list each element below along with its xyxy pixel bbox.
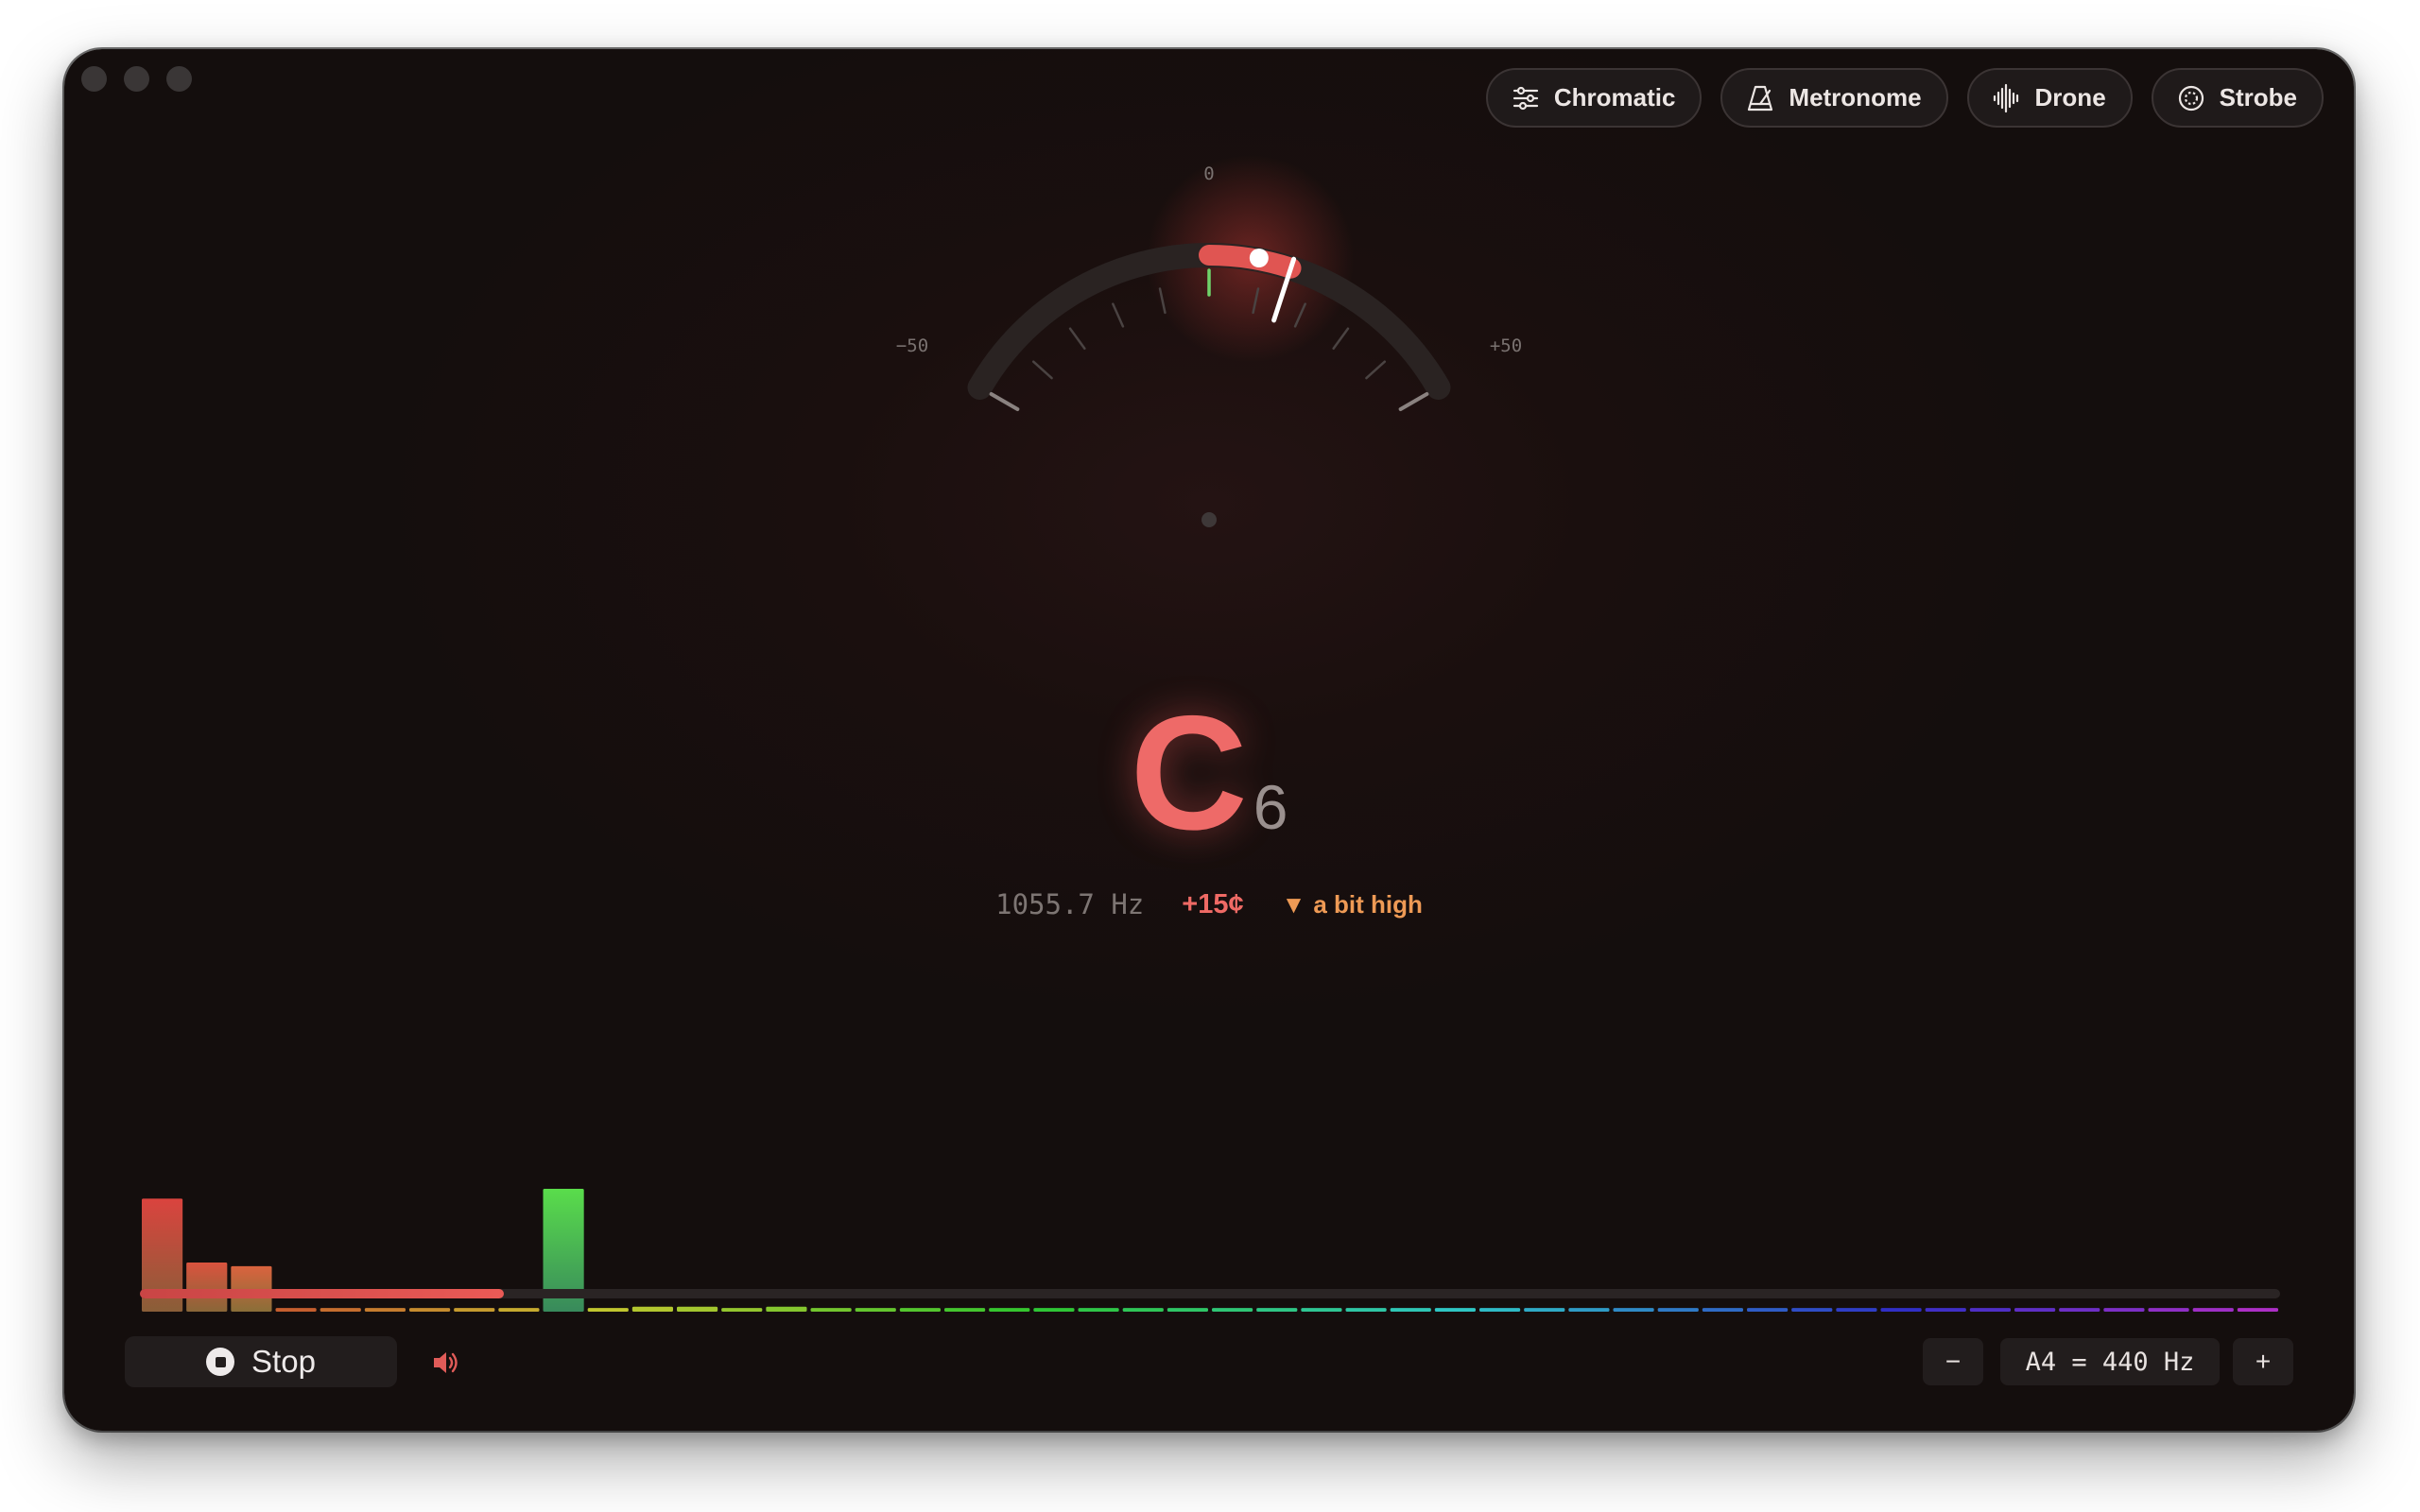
spectrum-bar [1613, 1308, 1654, 1312]
spectrum-bar [1925, 1308, 1966, 1312]
gauge-tick [989, 392, 1020, 411]
spectrum-bar [587, 1308, 629, 1312]
spectrum-bar [2192, 1308, 2234, 1312]
spectrum-bar [1078, 1308, 1119, 1312]
spectrum-bar [2014, 1308, 2056, 1312]
spectrum-bar [944, 1308, 986, 1312]
spectrum-bar [1301, 1308, 1342, 1312]
spectrum-bar [1167, 1308, 1208, 1312]
spectrum-bar [899, 1308, 941, 1312]
spectrum-bar [1345, 1308, 1387, 1312]
spectrum-bar [1256, 1308, 1298, 1312]
spectrum-bar [766, 1306, 807, 1312]
spectrum-bar [631, 1306, 673, 1312]
spectrum-bar [2103, 1308, 2145, 1312]
speaker-icon[interactable] [429, 1346, 463, 1380]
gauge-min-label: −50 [896, 335, 928, 356]
note-octave: 6 [1253, 772, 1288, 842]
spectrum-analyzer [142, 1189, 2278, 1312]
gauge-tick [1031, 360, 1053, 380]
note-letter: C [1130, 682, 1248, 864]
spectrum-bar [1479, 1308, 1521, 1312]
increase-reference-button[interactable]: + [2233, 1338, 2293, 1385]
hint-arrow-icon: ▼ [1281, 889, 1306, 919]
spectrum-bar [498, 1308, 540, 1312]
tuning-hint: ▼ a bit high [1282, 890, 1423, 919]
gauge-center-label: 0 [1203, 163, 1214, 184]
spectrum-bar [1434, 1308, 1476, 1312]
gauge-tick [1112, 302, 1125, 328]
gauge-tick [1398, 392, 1429, 411]
gauge-indicator-dot [1249, 248, 1269, 267]
input-level-track [140, 1289, 2280, 1298]
spectrum-bar [1791, 1308, 1833, 1312]
spectrum-bar [1702, 1308, 1743, 1312]
spectrum-bar [1747, 1308, 1789, 1312]
spectrum-bar [1122, 1308, 1164, 1312]
pitch-readout: 1055.7 Hz +15¢ ▼ a bit high [64, 888, 2354, 920]
spectrum-bar [186, 1263, 228, 1312]
gauge-tick [1068, 327, 1086, 351]
hint-text: a bit high [1313, 889, 1423, 919]
spectrum-bar [454, 1308, 495, 1312]
frequency-readout: 1055.7 Hz [995, 888, 1145, 920]
spectrum-bar [855, 1308, 896, 1312]
stop-label: Stop [251, 1344, 316, 1379]
reference-pitch: A4 = 440 Hz [2000, 1338, 2220, 1385]
spectrum-bar [409, 1308, 451, 1312]
cents-gauge: −50 0 +50 [896, 154, 1522, 527]
input-level-fill [140, 1289, 504, 1298]
spectrum-bar [677, 1306, 718, 1312]
spectrum-bar [989, 1308, 1030, 1312]
stop-button[interactable]: Stop [125, 1336, 397, 1387]
gauge-tick [1365, 360, 1387, 380]
cents-readout: +15¢ [1182, 888, 1244, 919]
spectrum-bar [1212, 1308, 1253, 1312]
spectrum-bar [320, 1308, 361, 1312]
detected-note: C6 [64, 692, 2354, 854]
stop-icon [206, 1348, 235, 1376]
spectrum-bar [721, 1308, 763, 1312]
tuner-window: Chromatic Metronome Drone Strobe −50 0 +… [64, 49, 2354, 1431]
spectrum-bar [2059, 1308, 2100, 1312]
spectrum-bar [1836, 1308, 1877, 1312]
spectrum-bar [2148, 1308, 2189, 1312]
gauge-max-label: +50 [1490, 335, 1522, 356]
spectrum-bar [1524, 1308, 1565, 1312]
spectrum-bar [810, 1308, 852, 1312]
spectrum-bar [1880, 1308, 1922, 1312]
spectrum-bar [2237, 1308, 2278, 1312]
spectrum-bar [1657, 1308, 1699, 1312]
spectrum-bar [1568, 1308, 1610, 1312]
spectrum-bar [1033, 1308, 1075, 1312]
spectrum-bar [275, 1308, 317, 1312]
spectrum-bar [1390, 1308, 1431, 1312]
decrease-reference-button[interactable]: − [1923, 1338, 1983, 1385]
gauge-tick [1332, 327, 1350, 351]
spectrum-bar [364, 1308, 406, 1312]
spectrum-bar [1969, 1308, 2011, 1312]
gauge-pivot [1201, 512, 1217, 527]
